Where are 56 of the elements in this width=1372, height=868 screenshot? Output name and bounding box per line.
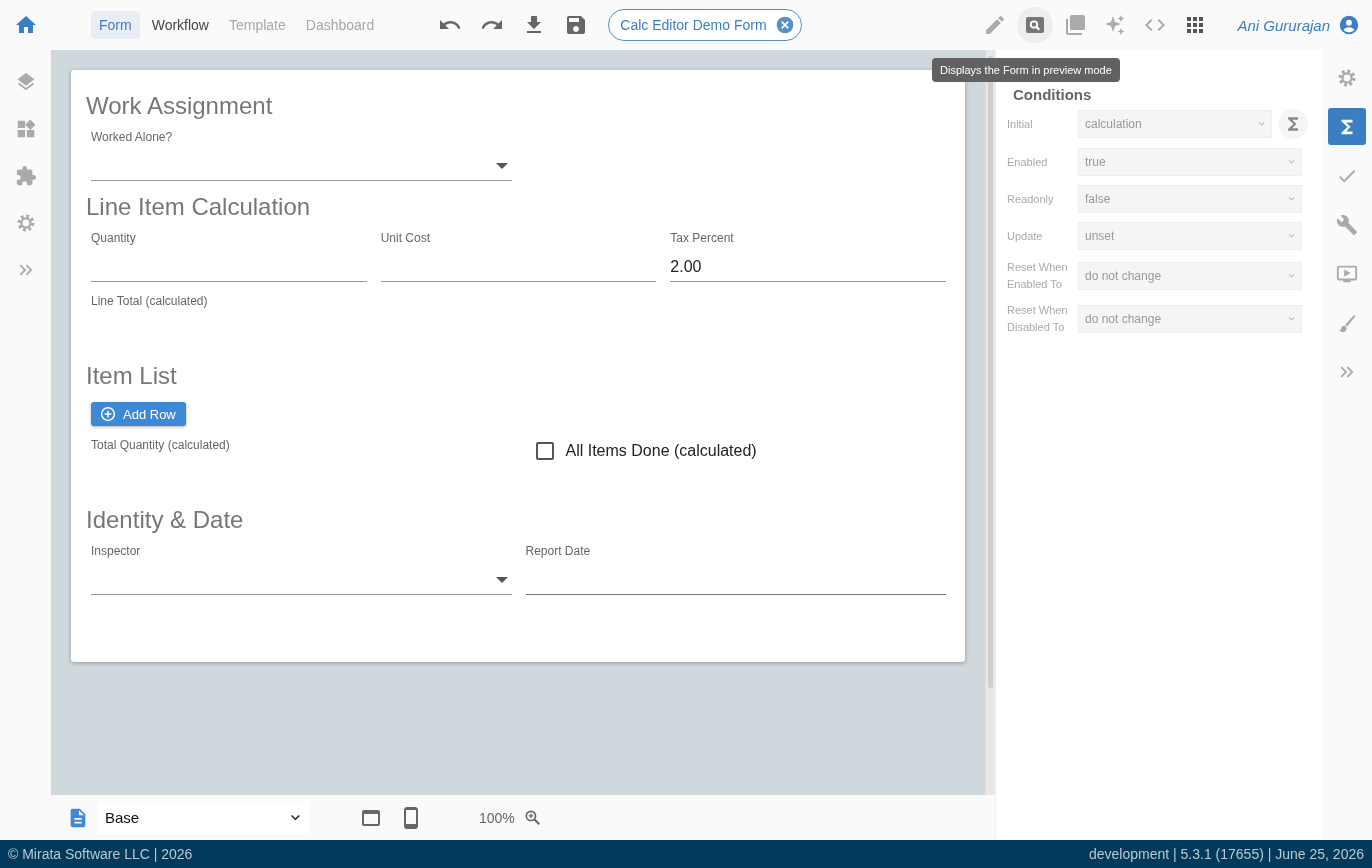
add-icon [99, 405, 117, 423]
section-title: Work Assignment [86, 92, 274, 120]
caret-icon [495, 162, 508, 169]
property-select[interactable]: unset [1078, 222, 1302, 250]
property-label: Enabled [1007, 154, 1049, 170]
property-select[interactable]: calculation [1078, 110, 1272, 138]
copyright: © Mirata Software LLC | 2026 [8, 846, 193, 862]
property-select[interactable]: true [1078, 148, 1302, 176]
panel-tab[interactable] [1328, 108, 1366, 145]
version-info: development | 5.3.1 (17655) | June 25, 2026 [1088, 846, 1364, 862]
property-label: Readonly [1007, 191, 1055, 207]
panel-title: Conditions [1013, 86, 1093, 103]
chevron-down-icon [1287, 274, 1295, 278]
puzzle-icon[interactable] [14, 165, 37, 187]
clear-icon[interactable] [774, 15, 795, 35]
field-label: Report Date [525, 544, 592, 558]
wrench-icon [1336, 213, 1358, 236]
chevron-down-icon [1257, 122, 1265, 126]
checkbox-field[interactable]: All Items Done (calculated) [535, 442, 757, 460]
property-label: Reset When Enabled To [1007, 260, 1069, 292]
chevron-down-icon [1287, 197, 1295, 201]
nav-tab[interactable]: Workflow [143, 11, 217, 39]
account-icon[interactable] [1338, 14, 1360, 36]
formula-button[interactable] [1278, 109, 1308, 139]
user-name[interactable]: Ani Gururajan [1237, 16, 1330, 34]
layout-select[interactable]: Base [97, 801, 309, 834]
field-label: Worked Alone? [91, 130, 174, 144]
form-name: Calc Editor Demo Form [620, 17, 767, 33]
chevron-down-icon [1287, 317, 1295, 321]
tooltip: Displays the Form in preview mode [932, 58, 1120, 82]
chevron-down-icon [1287, 234, 1295, 238]
form-chip[interactable]: Calc Editor Demo Form [608, 9, 802, 41]
field-label: Inspector [91, 544, 142, 558]
field-label: Tax Percent [670, 231, 735, 245]
property-select[interactable]: do not change [1078, 262, 1302, 290]
input-field[interactable]: 2.00 [670, 252, 946, 282]
section-title: Line Item Calculation [86, 193, 312, 221]
chevron-down-icon [1287, 160, 1295, 164]
add-row-button[interactable]: Add Row [91, 402, 186, 426]
field-label: Total Quantity (calculated) [91, 438, 231, 452]
property-label: Reset When Disabled To [1007, 303, 1069, 335]
section-title: Identity & Date [86, 506, 245, 534]
property-label: Initial [1007, 116, 1034, 132]
chevron-down-icon [290, 814, 301, 821]
property-select[interactable]: do not change [1078, 305, 1302, 333]
caret-icon [495, 576, 508, 583]
property-select[interactable]: false [1078, 185, 1302, 213]
nav-tab[interactable]: Form [91, 11, 140, 39]
zoom-level: 100% [479, 809, 515, 826]
field-label: Line Total (calculated) [91, 294, 209, 308]
checkbox[interactable] [535, 442, 554, 460]
property-label: Update [1007, 228, 1044, 244]
field-label: Unit Cost [380, 231, 431, 245]
field-label: Quantity [91, 231, 137, 245]
tool-button[interactable] [1017, 7, 1054, 43]
section-title: Item List [86, 362, 178, 390]
